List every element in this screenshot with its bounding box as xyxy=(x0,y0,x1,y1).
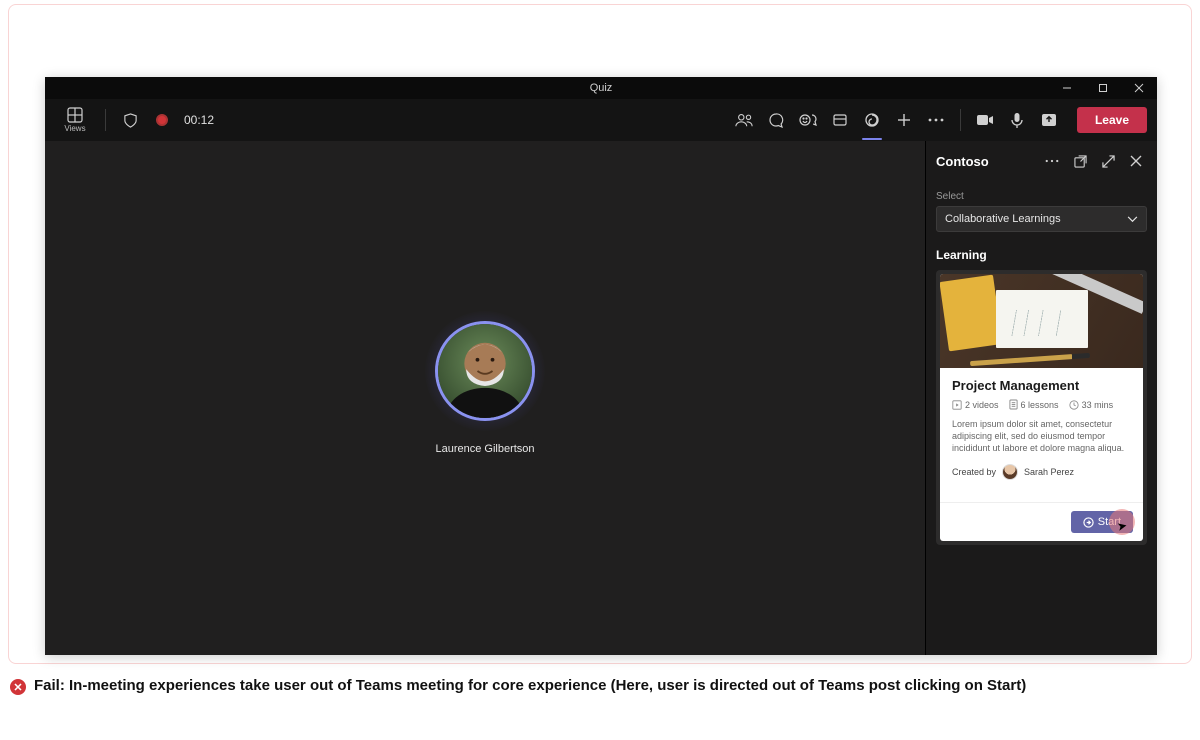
avatar-image xyxy=(438,324,532,418)
fail-icon: ✕ xyxy=(10,679,26,695)
panel-close-button[interactable] xyxy=(1125,150,1147,172)
dropdown-value: Collaborative Learnings xyxy=(945,213,1061,225)
fail-annotation: ✕ Fail: In-meeting experiences take user… xyxy=(10,676,1190,696)
clock-icon xyxy=(1069,400,1079,410)
meeting-timer: 00:12 xyxy=(184,113,214,127)
rooms-button[interactable] xyxy=(826,106,854,134)
card-title: Project Management xyxy=(952,378,1131,393)
window-close-button[interactable] xyxy=(1121,77,1157,99)
add-app-button[interactable] xyxy=(890,106,918,134)
record-icon xyxy=(156,114,168,126)
camera-icon xyxy=(976,113,994,127)
learning-type-dropdown[interactable]: Collaborative Learnings xyxy=(936,206,1147,232)
card-description: Lorem ipsum dolor sit amet, consectetur … xyxy=(952,418,1131,454)
panel-title: Contoso xyxy=(936,154,1035,169)
launch-icon xyxy=(1083,517,1094,528)
meta-lessons: 6 lessons xyxy=(1009,399,1059,410)
panel-body: Select Collaborative Learnings Learning xyxy=(926,181,1157,655)
window-title: Quiz xyxy=(590,82,613,94)
share-icon xyxy=(1041,113,1057,127)
teams-meeting-window: Quiz Views xyxy=(45,77,1157,655)
chat-button[interactable] xyxy=(762,106,790,134)
start-button[interactable]: Start ➤ xyxy=(1071,511,1133,533)
views-label: Views xyxy=(64,124,85,133)
learning-section-heading: Learning xyxy=(936,248,1147,262)
ellipsis-icon xyxy=(928,118,944,122)
toolbar-divider xyxy=(105,109,106,131)
share-screen-button[interactable] xyxy=(1035,106,1063,134)
mic-icon xyxy=(1010,112,1024,128)
participant-avatar xyxy=(435,321,535,421)
panel-header: Contoso xyxy=(926,141,1157,181)
meta-duration: 33 mins xyxy=(1069,400,1114,410)
views-button[interactable]: Views xyxy=(55,107,95,133)
rooms-icon xyxy=(832,112,848,128)
select-field-label: Select xyxy=(936,191,1147,202)
card-hero-image xyxy=(940,274,1143,368)
created-by-label: Created by xyxy=(952,467,996,477)
grid-icon xyxy=(67,107,83,123)
toolbar-divider-2 xyxy=(960,109,961,131)
meeting-stage: Laurence Gilbertson xyxy=(45,141,925,655)
window-controls xyxy=(1049,77,1157,99)
example-frame: Quiz Views xyxy=(8,4,1192,664)
participant-avatar-glow xyxy=(425,311,545,431)
meta-videos: 2 videos xyxy=(952,400,999,410)
lessons-icon xyxy=(1009,399,1018,410)
recording-indicator[interactable] xyxy=(148,106,176,134)
creator-avatar xyxy=(1002,464,1018,480)
shield-privacy-button[interactable] xyxy=(116,106,144,134)
participant-name: Laurence Gilbertson xyxy=(435,443,534,455)
mic-toggle[interactable] xyxy=(1003,106,1031,134)
creator-name: Sarah Perez xyxy=(1024,467,1074,477)
chat-icon xyxy=(768,112,784,128)
window-maximize-button[interactable] xyxy=(1085,77,1121,99)
panel-more-button[interactable] xyxy=(1041,150,1063,172)
fail-text: Fail: In-meeting experiences take user o… xyxy=(34,676,1026,696)
card-footer: Start ➤ xyxy=(940,502,1143,541)
ellipsis-icon xyxy=(1045,159,1059,163)
window-minimize-button[interactable] xyxy=(1049,77,1085,99)
meeting-toolbar: Views 00:12 xyxy=(45,99,1157,141)
plus-icon xyxy=(897,113,911,127)
leave-button[interactable]: Leave xyxy=(1077,107,1147,133)
shield-icon xyxy=(123,113,138,128)
reactions-icon xyxy=(799,112,817,128)
card-meta: 2 videos 6 lessons 33 mins xyxy=(952,399,1131,410)
apps-swirl-icon xyxy=(864,112,880,128)
window-titlebar: Quiz xyxy=(45,77,1157,99)
reactions-button[interactable] xyxy=(794,106,822,134)
camera-toggle[interactable] xyxy=(971,106,999,134)
chevron-down-icon xyxy=(1127,216,1138,223)
expand-icon xyxy=(1102,155,1115,168)
more-actions-button[interactable] xyxy=(922,106,950,134)
learning-card: Project Management 2 videos 6 lessons xyxy=(936,270,1147,545)
video-icon xyxy=(952,400,962,410)
popout-icon xyxy=(1074,155,1087,168)
app-side-panel: Contoso Select xyxy=(925,141,1157,655)
close-icon xyxy=(1130,155,1142,167)
card-creator: Created by Sarah Perez xyxy=(952,464,1131,490)
panel-expand-button[interactable] xyxy=(1097,150,1119,172)
participants-button[interactable] xyxy=(730,106,758,134)
people-icon xyxy=(735,112,753,128)
start-button-label: Start xyxy=(1098,516,1121,528)
apps-button[interactable] xyxy=(858,106,886,134)
panel-popout-button[interactable] xyxy=(1069,150,1091,172)
